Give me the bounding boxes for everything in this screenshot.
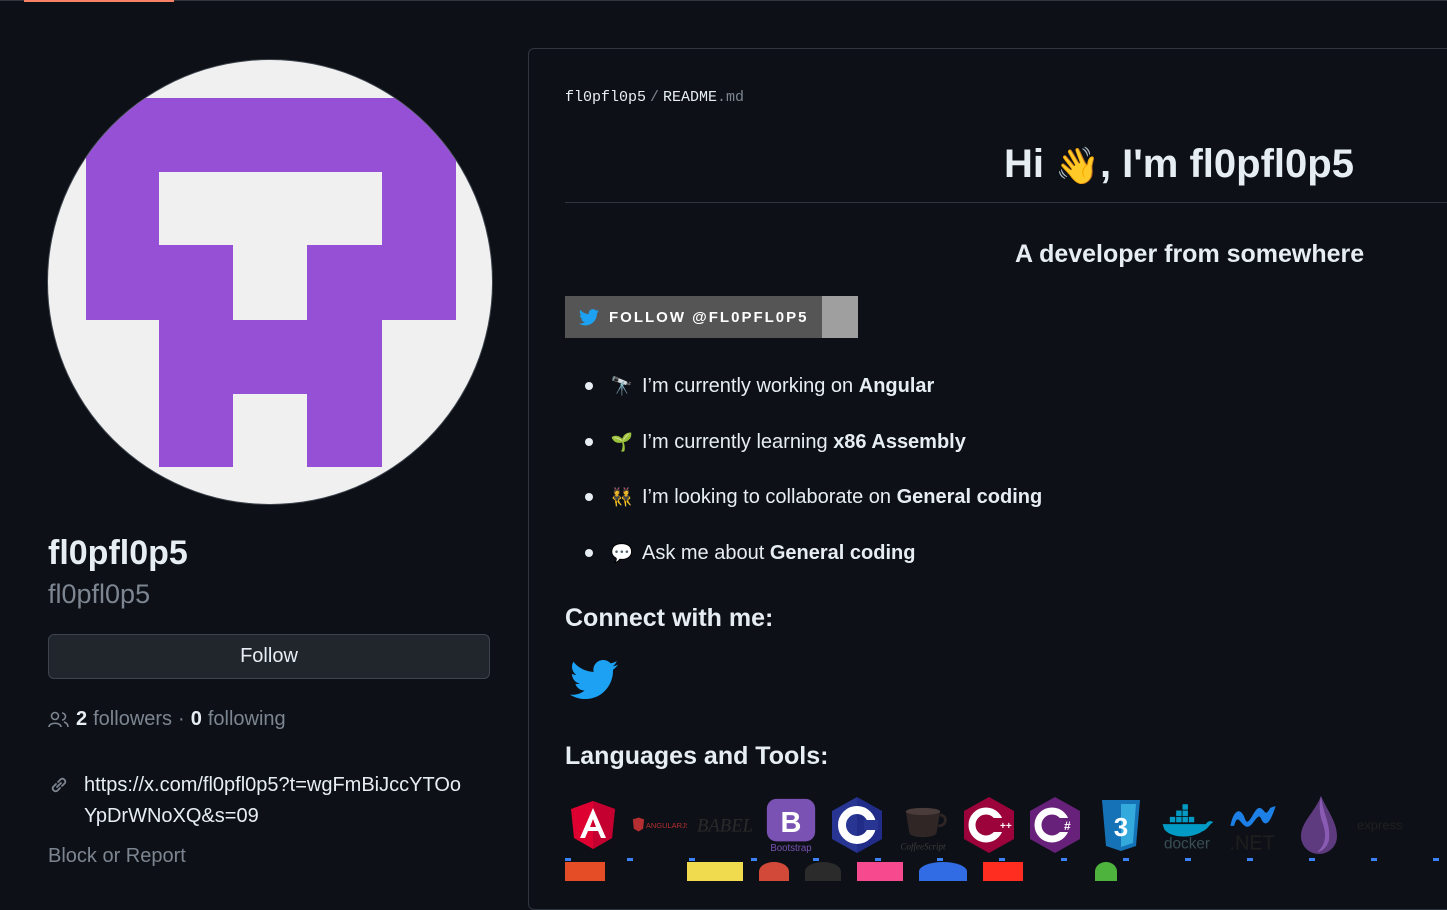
greeting-suffix: , I'm fl0pfl0p5 xyxy=(1099,142,1354,186)
tools-row-separator xyxy=(565,858,1447,861)
list-item: 🌱 I’m currently learning x86 Assembly xyxy=(565,422,1042,478)
website-link[interactable]: https://x.com/fl0pfl0p5?t=wgFmBiJccYTOoY… xyxy=(84,770,464,832)
tools-row: ANGULARJS BABEL B Bootstrap CoffeeScript … xyxy=(565,796,1413,854)
svg-text:#: # xyxy=(1064,819,1071,833)
avatar-identicon xyxy=(86,98,456,467)
list-item-highlight: Angular xyxy=(858,375,935,397)
breadcrumb-ext: .md xyxy=(717,89,745,106)
svg-text:CoffeeScript: CoffeeScript xyxy=(900,841,946,851)
c-icon[interactable] xyxy=(829,796,885,854)
list-item-highlight: General coding xyxy=(769,541,916,564)
csharp-icon[interactable]: # xyxy=(1027,796,1083,854)
readme-breadcrumb: fl0pfl0p5/README.md xyxy=(565,89,744,106)
readme-subtitle: A developer from somewhere xyxy=(1015,240,1365,268)
svg-text:.NET: .NET xyxy=(1229,832,1274,854)
html5-icon[interactable] xyxy=(565,862,605,881)
active-tab-underline xyxy=(24,0,174,2)
breadcrumb-separator: / xyxy=(650,89,660,106)
seedling-icon: 🌱 xyxy=(610,431,634,452)
svg-text:docker: docker xyxy=(1164,835,1210,852)
kotlin-icon[interactable] xyxy=(857,862,903,881)
connect-heading: Connect with me: xyxy=(565,604,774,632)
list-item: 👯 I’m looking to collaborate on General c… xyxy=(565,477,1042,533)
mongodb-icon[interactable] xyxy=(1095,862,1117,881)
twitter-badge-text: FOLLOW @FL0PFL0P5 xyxy=(609,308,809,326)
tools-row-2-partial xyxy=(565,862,1117,881)
heading-divider xyxy=(565,202,1447,203)
breadcrumb-user[interactable]: fl0pfl0p5 xyxy=(565,89,646,106)
list-item-text: I’m currently working on xyxy=(642,375,859,397)
profile-display-name: fl0pfl0p5 xyxy=(48,534,188,572)
java-icon[interactable] xyxy=(621,862,671,881)
profile-login: fl0pfl0p5 xyxy=(48,579,151,609)
greeting-prefix: Hi xyxy=(1004,142,1056,186)
stats-separator: · xyxy=(178,708,185,730)
dotnet-icon[interactable]: .NET xyxy=(1225,796,1281,854)
waving-hand-icon: 👋 xyxy=(1055,145,1100,187)
express-icon[interactable]: express xyxy=(1357,796,1413,854)
svg-text:BABEL: BABEL xyxy=(697,816,753,837)
list-item: 🔭 I’m currently working on Angular xyxy=(565,366,1042,422)
twitter-follow-badge[interactable]: FOLLOW @FL0PFL0P5 xyxy=(565,296,858,338)
docker-icon[interactable]: docker xyxy=(1159,796,1215,854)
website-row: https://x.com/fl0pfl0p5?t=wgFmBiJccYTOoY… xyxy=(48,770,464,832)
about-list: 🔭 I’m currently working on Angular 🌱 I’m c… xyxy=(565,366,1042,588)
list-item: 💬 Ask me about General coding xyxy=(565,533,1042,589)
svg-text:Bootstrap: Bootstrap xyxy=(770,843,811,854)
list-item-text: Ask me about xyxy=(642,541,770,564)
twitter-bird-icon xyxy=(579,308,599,325)
dancers-icon: 👯 xyxy=(610,487,634,507)
bootstrap-icon[interactable]: B Bootstrap xyxy=(763,796,819,854)
people-icon xyxy=(48,711,69,727)
readme-greeting: Hi 👋, I'm fl0pfl0p5 xyxy=(1004,138,1354,192)
languages-heading: Languages and Tools: xyxy=(565,742,829,770)
coffeescript-icon[interactable]: CoffeeScript xyxy=(895,796,951,854)
laravel-icon[interactable] xyxy=(983,862,1023,881)
twitter-badge-count xyxy=(822,296,858,338)
twitter-badge-label-area: FOLLOW @FL0PFL0P5 xyxy=(565,296,822,338)
babel-icon[interactable]: BABEL xyxy=(697,796,753,854)
speech-bubble-icon: 💬 xyxy=(610,542,634,563)
following-count[interactable]: 0 xyxy=(191,708,202,731)
svg-text:B: B xyxy=(781,807,802,839)
block-or-report-link[interactable]: Block or Report xyxy=(48,845,186,868)
avatar[interactable] xyxy=(48,60,492,504)
angularjs-icon[interactable]: ANGULARJS xyxy=(631,796,687,854)
breadcrumb-file[interactable]: README xyxy=(663,89,717,106)
following-link[interactable]: following xyxy=(208,708,286,731)
svg-text:express: express xyxy=(1357,818,1403,833)
link-icon xyxy=(51,777,67,793)
telescope-icon: 🔭 xyxy=(610,376,634,396)
github-icon[interactable] xyxy=(805,862,841,881)
svg-text:ANGULARJS: ANGULARJS xyxy=(646,821,687,830)
svg-text:3: 3 xyxy=(1114,812,1128,842)
elixir-icon[interactable] xyxy=(1291,796,1347,854)
follow-stats: 2 followers · 0 following xyxy=(48,708,286,731)
css3-icon[interactable]: 3 xyxy=(1093,796,1149,854)
list-item-highlight: x86 Assembly xyxy=(833,430,966,453)
cplusplus-icon[interactable]: ++ xyxy=(961,796,1017,854)
list-item-text: I’m currently learning xyxy=(642,430,834,453)
angular-icon[interactable] xyxy=(565,796,621,854)
list-item-highlight: General coding xyxy=(896,486,1043,508)
list-item-text: I’m looking to collaborate on xyxy=(642,486,897,508)
javascript-icon[interactable] xyxy=(687,862,743,881)
jenkins-icon[interactable] xyxy=(759,862,789,881)
followers-count[interactable]: 2 xyxy=(76,708,87,731)
twitter-link-icon[interactable] xyxy=(570,660,618,700)
svg-text:++: ++ xyxy=(1000,821,1012,832)
followers-link[interactable]: followers xyxy=(93,708,172,731)
kubernetes-icon[interactable] xyxy=(919,862,967,881)
follow-button[interactable]: Follow xyxy=(48,634,490,679)
top-divider xyxy=(0,0,1447,1)
